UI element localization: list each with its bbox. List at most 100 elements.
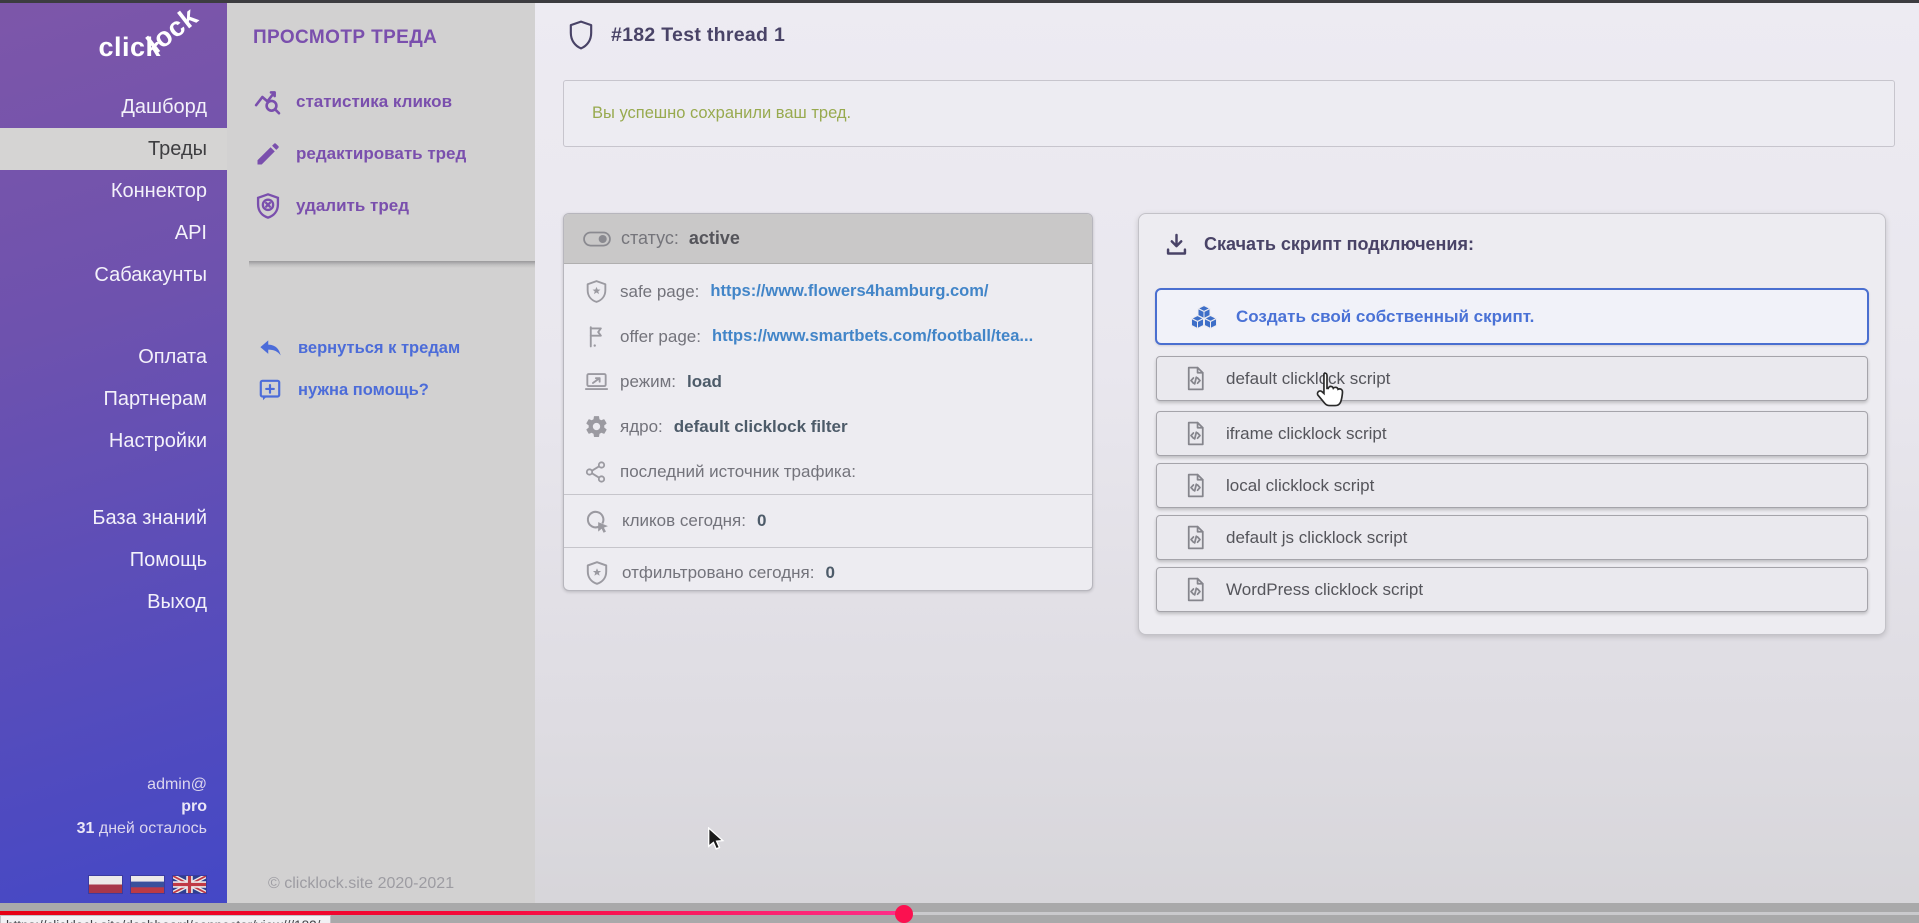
script-button-label: default clicklock script	[1226, 369, 1390, 389]
need-help-label: нужна помощь?	[298, 381, 429, 400]
offer-page-row: offer page: https://www.smartbets.com/fo…	[564, 314, 1092, 359]
sidebar-item-dashboard[interactable]: Дашборд	[0, 86, 227, 128]
thread-action-delete[interactable]: удалить тред	[253, 186, 409, 226]
status-label: статус:	[621, 228, 679, 249]
success-alert-text: Вы успешно сохранили ваш тред.	[592, 104, 851, 123]
thread-action-label: редактировать тред	[296, 144, 466, 164]
thread-action-label: статистика кликов	[296, 92, 452, 112]
offer-page-label: offer page:	[620, 327, 701, 347]
clicklock-logo[interactable]: clicklock	[98, 32, 161, 63]
download-script-panel: Скачать скрипт подключения: Создать свой…	[1138, 213, 1886, 635]
thread-status-card: статус: active safe page: https://www.fl…	[563, 213, 1093, 591]
status-bar-url: https://clicklock.site/dashboard/connect…	[0, 915, 331, 923]
flag-icon	[583, 324, 609, 350]
edit-pencil-icon	[253, 139, 283, 169]
nav-spacer	[0, 462, 227, 497]
sidebar-item-settings[interactable]: Настройки	[0, 420, 227, 462]
back-reply-icon	[255, 333, 285, 363]
script-button-default-js[interactable]: default js clicklock script	[1156, 515, 1868, 560]
mode-row: режим: load	[564, 359, 1092, 404]
filtered-today-row: отфильтровано сегодня: 0	[564, 547, 1092, 597]
nav-spacer	[0, 296, 227, 336]
sidebar-item-api[interactable]: API	[0, 212, 227, 254]
safe-page-row: safe page: https://www.flowers4hamburg.c…	[564, 269, 1092, 314]
click-icon	[583, 507, 611, 535]
sidebar-item-knowledge-base[interactable]: База знаний	[0, 497, 227, 539]
share-icon	[583, 459, 609, 485]
copyright: © clicklock.site 2020-2021	[268, 875, 454, 893]
filtered-today-value: 0	[825, 563, 834, 583]
script-button-label: default js clicklock script	[1226, 528, 1407, 548]
sidebar-item-payment[interactable]: Оплата	[0, 336, 227, 378]
clicklock-dashboard: clicklock Дашборд Треды Коннектор API Са…	[0, 0, 1919, 923]
uk-flag-icon[interactable]	[173, 876, 206, 893]
sidebar-item-connector[interactable]: Коннектор	[0, 170, 227, 212]
status-card-header: статус: active	[564, 214, 1092, 264]
shield-icon	[568, 20, 594, 50]
shield-star-icon	[583, 279, 609, 305]
script-button-wordpress[interactable]: WordPress clicklock script	[1156, 567, 1868, 612]
last-traffic-source-label: последний источник трафика:	[620, 462, 856, 482]
menu-divider-shadow	[249, 261, 535, 268]
sidebar-item-partners[interactable]: Партнерам	[0, 378, 227, 420]
status-value: active	[689, 228, 740, 249]
stats-icon	[253, 87, 283, 117]
language-switcher	[89, 876, 206, 893]
russia-flag-icon[interactable]	[131, 876, 164, 893]
safe-page-link[interactable]: https://www.flowers4hamburg.com/	[710, 282, 988, 301]
poland-flag-icon[interactable]	[89, 876, 122, 893]
download-panel-title: Скачать скрипт подключения:	[1204, 234, 1474, 255]
code-file-icon	[1183, 576, 1208, 603]
account-plan: pro	[77, 796, 207, 818]
code-file-icon	[1183, 365, 1208, 392]
help-message-icon	[255, 375, 285, 405]
create-own-script-button[interactable]: Создать свой собственный скрипт.	[1155, 288, 1869, 345]
core-label: ядро:	[620, 417, 663, 437]
thread-menu-title: ПРОСМОТР ТРЕДА	[253, 27, 437, 49]
sidebar-nav: Дашборд Треды Коннектор API Сабакаунты О…	[0, 86, 227, 623]
shield-x-icon	[253, 191, 283, 221]
toggle-on-icon	[583, 230, 611, 248]
safe-page-label: safe page:	[620, 282, 699, 302]
filtered-today-label: отфильтровано сегодня:	[622, 563, 814, 583]
sidebar-item-logout[interactable]: Выход	[0, 581, 227, 623]
script-button-local[interactable]: local clicklock script	[1156, 463, 1868, 508]
sidebar-item-threads[interactable]: Треды	[0, 128, 227, 170]
sidebar-item-subaccounts[interactable]: Сабакаунты	[0, 254, 227, 296]
back-to-threads-link[interactable]: вернуться к тредам	[255, 330, 460, 366]
shield-star-icon	[583, 559, 611, 587]
page-title-text: #182 Test thread 1	[611, 24, 785, 47]
script-button-iframe[interactable]: iframe clicklock script	[1156, 411, 1868, 456]
success-alert: Вы успешно сохранили ваш тред.	[563, 80, 1895, 147]
sidebar-item-help[interactable]: Помощь	[0, 539, 227, 581]
gear-icon	[583, 414, 609, 440]
thread-action-label: удалить тред	[296, 196, 409, 216]
script-button-label: WordPress clicklock script	[1226, 580, 1423, 600]
core-row: ядро: default clicklock filter	[564, 404, 1092, 449]
create-own-script-label: Создать свой собственный скрипт.	[1236, 307, 1534, 327]
last-traffic-source-row: последний источник трафика:	[564, 449, 1092, 494]
sidebar: clicklock Дашборд Треды Коннектор API Са…	[0, 0, 227, 903]
code-file-icon	[1183, 524, 1208, 551]
core-value: default clicklock filter	[674, 417, 848, 437]
video-progress-remaining[interactable]	[905, 912, 1919, 915]
back-to-threads-label: вернуться к тредам	[298, 339, 460, 358]
clicks-today-row: кликов сегодня: 0	[564, 494, 1092, 547]
mode-value: load	[687, 372, 722, 392]
screen-arrow-icon	[583, 369, 609, 395]
script-button-label: iframe clicklock script	[1226, 424, 1387, 444]
mouse-arrow-cursor	[706, 827, 726, 851]
video-progress-handle[interactable]	[895, 905, 913, 923]
account-email: admin@	[77, 774, 207, 796]
script-button-default[interactable]: default clicklock script	[1156, 356, 1868, 401]
clicks-today-value: 0	[757, 511, 766, 531]
need-help-link[interactable]: нужна помощь?	[255, 372, 429, 408]
code-file-icon	[1183, 472, 1208, 499]
account-info: admin@ pro 31 дней осталось	[77, 774, 207, 840]
thread-action-click-stats[interactable]: статистика кликов	[253, 82, 452, 122]
page-title: #182 Test thread 1	[568, 20, 785, 50]
cubes-icon	[1187, 303, 1221, 330]
mode-label: режим:	[620, 372, 676, 392]
offer-page-link[interactable]: https://www.smartbets.com/football/tea..…	[712, 327, 1033, 346]
thread-action-edit[interactable]: редактировать тред	[253, 134, 466, 174]
